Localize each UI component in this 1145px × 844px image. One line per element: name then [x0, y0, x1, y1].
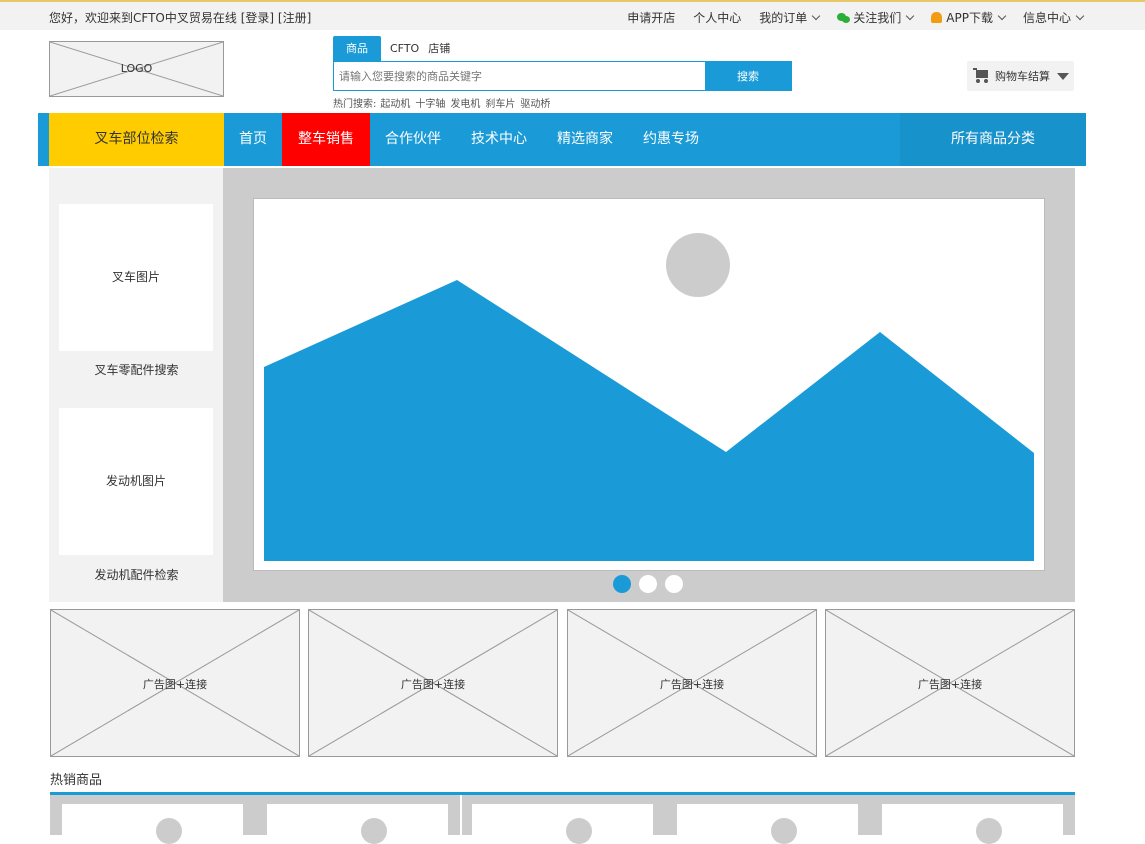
app-download-label: APP下载	[946, 11, 993, 25]
hot-term[interactable]: 十字轴	[415, 95, 445, 110]
nav-home[interactable]: 首页	[224, 113, 282, 166]
ad-row: 广告图+连接 广告图+连接 广告图+连接 广告图+连接	[50, 609, 1075, 757]
carousel-dots	[613, 575, 691, 593]
search-tab-goods[interactable]: 商品	[333, 36, 381, 62]
image-placeholder-icon	[264, 233, 1034, 561]
ad-banner[interactable]: 广告图+连接	[825, 609, 1075, 757]
cart-label: 购物车结算	[995, 70, 1050, 83]
top-bar: 您好，欢迎来到CFTO中叉贸易在线 [登录] [注册] 申请开店 个人中心 我的…	[0, 0, 1145, 30]
ad-label: 广告图+连接	[400, 678, 466, 691]
side-panel: 叉车图片 叉车零配件搜索 发动机图片 发动机配件检索	[49, 168, 224, 602]
register-link[interactable]: [注册]	[278, 11, 311, 25]
hot-term[interactable]: 发电机	[450, 95, 480, 110]
caret-down-icon	[1057, 72, 1069, 80]
welcome-text: 您好，欢迎来到CFTO中叉贸易在线	[49, 11, 237, 25]
logo-label: LOGO	[120, 62, 153, 75]
personal-center-link[interactable]: 个人中心	[693, 9, 741, 26]
search-tabs: 商品 CFTO 店铺	[333, 36, 459, 62]
hot-searches: 热门搜索: 起动机 十字轴 发电机 刹车片 驱动桥	[333, 95, 555, 110]
forklift-image-label: 叉车图片	[111, 270, 160, 284]
hot-products-grid	[50, 795, 1075, 844]
image-placeholder-icon	[156, 818, 182, 844]
image-placeholder-icon	[566, 818, 592, 844]
engine-parts-search-link[interactable]: 发动机配件检索	[49, 566, 224, 583]
wechat-icon	[837, 12, 851, 23]
carousel-dot[interactable]	[613, 575, 631, 593]
ad-label: 广告图+连接	[659, 678, 725, 691]
main-nav: 叉车部位检索 首页 整车销售 合作伙伴 技术中心 精选商家 约惠专场 所有商品分…	[38, 113, 1086, 166]
app-download-dropdown[interactable]: APP下载	[931, 9, 1007, 26]
android-icon	[931, 12, 943, 23]
my-orders-dropdown[interactable]: 我的订单	[759, 9, 821, 26]
nav-featured-merchants[interactable]: 精选商家	[542, 113, 628, 166]
carousel-dot[interactable]	[639, 575, 657, 593]
login-link[interactable]: [登录]	[241, 11, 274, 25]
carousel-dot[interactable]	[665, 575, 683, 593]
hot-searches-label: 热门搜索:	[333, 99, 377, 110]
banner-slide[interactable]	[253, 198, 1045, 571]
search-box: 搜索	[333, 61, 792, 91]
chevron-down-icon	[1075, 11, 1085, 21]
ad-label: 广告图+连接	[917, 678, 983, 691]
forklift-parts-search-link[interactable]: 叉车零配件搜索	[49, 361, 224, 378]
ad-banner[interactable]: 广告图+连接	[567, 609, 817, 757]
search-tab-cfto[interactable]: CFTO	[381, 36, 428, 62]
open-store-label: 申请开店	[627, 11, 676, 25]
open-store-link[interactable]: 申请开店	[627, 9, 675, 26]
hot-term[interactable]: 驱动桥	[520, 95, 550, 110]
chevron-down-icon	[906, 11, 915, 21]
ad-label: 广告图+连接	[142, 678, 208, 691]
personal-center-label: 个人中心	[693, 11, 742, 25]
hot-term[interactable]: 刹车片	[485, 95, 515, 110]
all-categories-button[interactable]: 所有商品分类	[900, 113, 1086, 166]
category-search-button[interactable]: 叉车部位检索	[49, 113, 224, 166]
nav-tech-center[interactable]: 技术中心	[456, 113, 542, 166]
search-input[interactable]	[334, 62, 706, 90]
main-nav-links: 首页 整车销售 合作伙伴 技术中心 精选商家 约惠专场	[224, 113, 714, 166]
product-card[interactable]	[677, 804, 858, 844]
hot-term[interactable]: 起动机	[380, 95, 410, 110]
product-card[interactable]	[62, 804, 243, 844]
message-center-label: 信息中心	[1022, 11, 1071, 25]
chevron-down-icon	[812, 11, 821, 21]
image-placeholder-icon	[771, 818, 797, 844]
cart-icon	[973, 68, 988, 83]
image-placeholder-icon	[976, 818, 1002, 844]
welcome-message: 您好，欢迎来到CFTO中叉贸易在线 [登录] [注册]	[49, 9, 311, 26]
nav-special-offers[interactable]: 约惠专场	[628, 113, 714, 166]
engine-image-label: 发动机图片	[105, 474, 166, 488]
forklift-image[interactable]: 叉车图片	[59, 204, 213, 351]
nav-vehicle-sales[interactable]: 整车销售	[282, 113, 370, 166]
site-logo[interactable]: LOGO	[49, 41, 224, 97]
image-placeholder-icon	[361, 818, 387, 844]
top-nav: 申请开店 个人中心 我的订单 关注我们 APP下载 信息中心	[609, 9, 1085, 26]
product-card[interactable]	[267, 804, 448, 844]
product-card[interactable]	[882, 804, 1063, 844]
follow-us-dropdown[interactable]: 关注我们	[837, 9, 915, 26]
message-center-dropdown[interactable]: 信息中心	[1022, 9, 1085, 26]
cart-button[interactable]: 购物车结算	[967, 61, 1074, 91]
chevron-down-icon	[997, 11, 1007, 21]
hot-products-title: 热销商品	[50, 773, 103, 788]
engine-image[interactable]: 发动机图片	[59, 408, 213, 555]
nav-partners[interactable]: 合作伙伴	[370, 113, 456, 166]
my-orders-label: 我的订单	[759, 11, 808, 25]
ad-banner[interactable]: 广告图+连接	[308, 609, 558, 757]
follow-us-label: 关注我们	[853, 11, 902, 25]
search-tab-shops[interactable]: 店铺	[428, 36, 459, 62]
product-card[interactable]	[472, 804, 653, 844]
divider	[460, 795, 462, 835]
banner-carousel[interactable]	[223, 168, 1075, 602]
search-button[interactable]: 搜索	[705, 62, 791, 90]
ad-banner[interactable]: 广告图+连接	[50, 609, 300, 757]
